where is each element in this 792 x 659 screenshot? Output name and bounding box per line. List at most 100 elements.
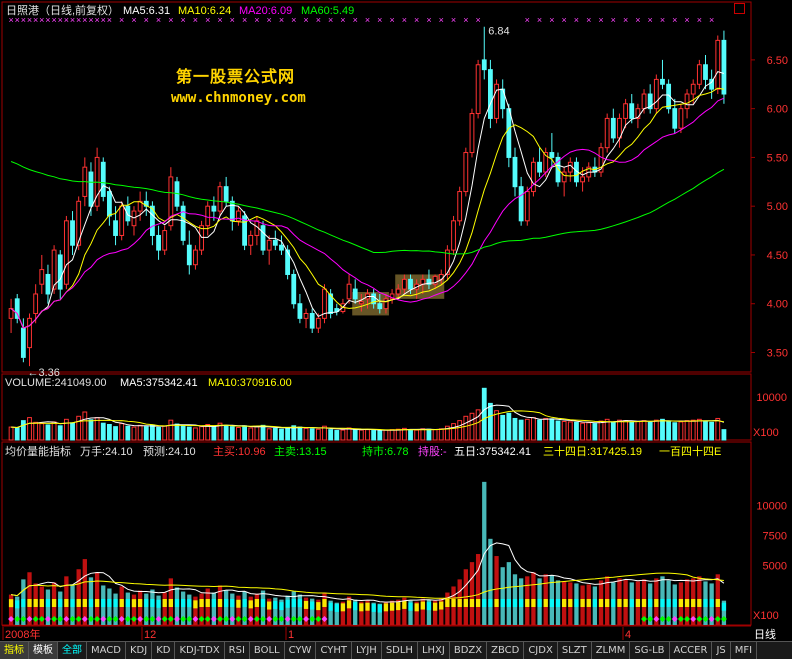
indicator-bar [500,567,505,625]
main-header-text-4: MA60:5.49 [301,5,354,17]
volume-bar [8,426,14,441]
candle-up [315,317,321,329]
tab-16[interactable]: CJDX [524,642,558,659]
signal-marker: × [549,15,554,25]
volume-bar [666,420,672,441]
tab-6[interactable]: KDJ-TDX [175,642,225,659]
volume-bar [635,420,641,441]
tab-18[interactable]: ZLMM [592,642,631,659]
indicator-base-bar [574,599,579,607]
tab-21[interactable]: JS [712,642,731,659]
volume-bar [57,425,63,441]
signal-marker: × [451,15,456,25]
indicator-base-bar [137,599,143,607]
volume-bar [106,423,112,441]
indicator-base-bar [199,599,204,607]
stock-chart[interactable]: 3.504.004.505.005.506.006.506.84←3.36× × ×… [0,0,792,658]
tab-11[interactable]: LYJH [352,642,382,659]
volume-bar [63,418,69,441]
indicator-base-bar [39,599,44,607]
indicator-base-bar [316,602,321,611]
volume-bar [475,409,481,441]
tab-10[interactable]: CYHT [316,642,352,659]
candle-up [395,288,401,295]
volume-bar [242,425,247,441]
indicator-base-bar [586,599,591,607]
tab-14[interactable]: BDZX [450,642,488,659]
volume-bar [229,426,235,441]
indicator-base-bar [525,599,530,607]
tab-5[interactable]: KD [152,642,176,659]
signal-marker: × [586,15,591,25]
signal-marker: × [439,15,444,25]
tab-4[interactable]: KDJ [126,642,153,659]
indicator-bar [82,559,87,625]
candle-up [475,64,481,115]
panel-close-icon[interactable] [734,3,745,14]
indicator-base-bar [279,602,284,611]
candle-up [641,93,647,110]
tab-15[interactable]: ZBCD [487,642,525,659]
volume-bar [119,423,125,441]
indicator-base-bar [598,599,604,607]
candle-up [604,117,610,149]
signal-marker: × [697,15,702,25]
indicator-base-bar [383,603,389,612]
indicator-base-bar [611,599,616,607]
indicator-base-bar [346,600,352,609]
tab-19[interactable]: SG-LB [630,642,670,659]
candle-up [524,191,530,222]
candle-down [113,220,118,236]
candle-down [260,225,266,251]
signal-marker: × [648,15,653,25]
volume-bar [457,420,463,441]
candle-up [494,83,499,119]
indicator-base-bar [451,599,456,607]
tab-12[interactable]: SDLH [382,642,418,659]
tab-20[interactable]: ACCER [670,642,713,659]
signal-marker: × [377,15,382,25]
tab-17[interactable]: SLZT [558,642,592,659]
volume-bar [506,412,512,441]
signal-marker: × [365,15,370,25]
main-y-label: 4.00 [767,299,788,311]
indicator-base-bar [672,599,677,607]
volume-bar [340,429,346,441]
tab-0[interactable]: 指标 [0,642,29,659]
candle-down [352,288,358,300]
indicator-base-bar [623,599,628,607]
main-header-text-3: MA20:6.09 [239,5,292,17]
volume-bar [365,429,370,441]
tab-8[interactable]: BOLL [250,642,285,659]
candle-down [20,327,26,358]
tab-13[interactable]: LHXJ [418,642,450,659]
tab-1[interactable]: 模板 [29,642,58,659]
signal-marker: × [537,15,542,25]
indicator-y-label: 10000 [756,501,787,513]
candle-up [715,39,721,90]
tab-7[interactable]: RSI [225,642,250,659]
volume-bar [82,411,88,441]
volume-bar [39,423,45,441]
candle-down [272,239,278,246]
volume-bar [14,427,20,441]
indicator-base-bar [691,599,696,607]
tab-9[interactable]: CYW [285,642,317,659]
tab-2[interactable]: 全部 [58,642,87,659]
volume-bar [266,428,272,441]
main-y-label: 4.50 [767,250,788,262]
candle-up [248,234,254,246]
tab-3[interactable]: MACD [87,642,126,659]
candle-down [481,59,487,71]
candle-up [678,108,684,129]
volume-bar [76,415,82,441]
volume-bar [494,410,499,441]
volume-bar [580,422,585,441]
tab-22[interactable]: MFI [731,642,758,659]
candle-up [690,83,696,95]
volume-bar [463,415,469,441]
time-label-2: 1 [288,629,294,641]
watermark-url: www.chnmoney.com [171,90,306,106]
volume-bar [137,424,143,441]
indicator-base-bar [414,603,419,612]
